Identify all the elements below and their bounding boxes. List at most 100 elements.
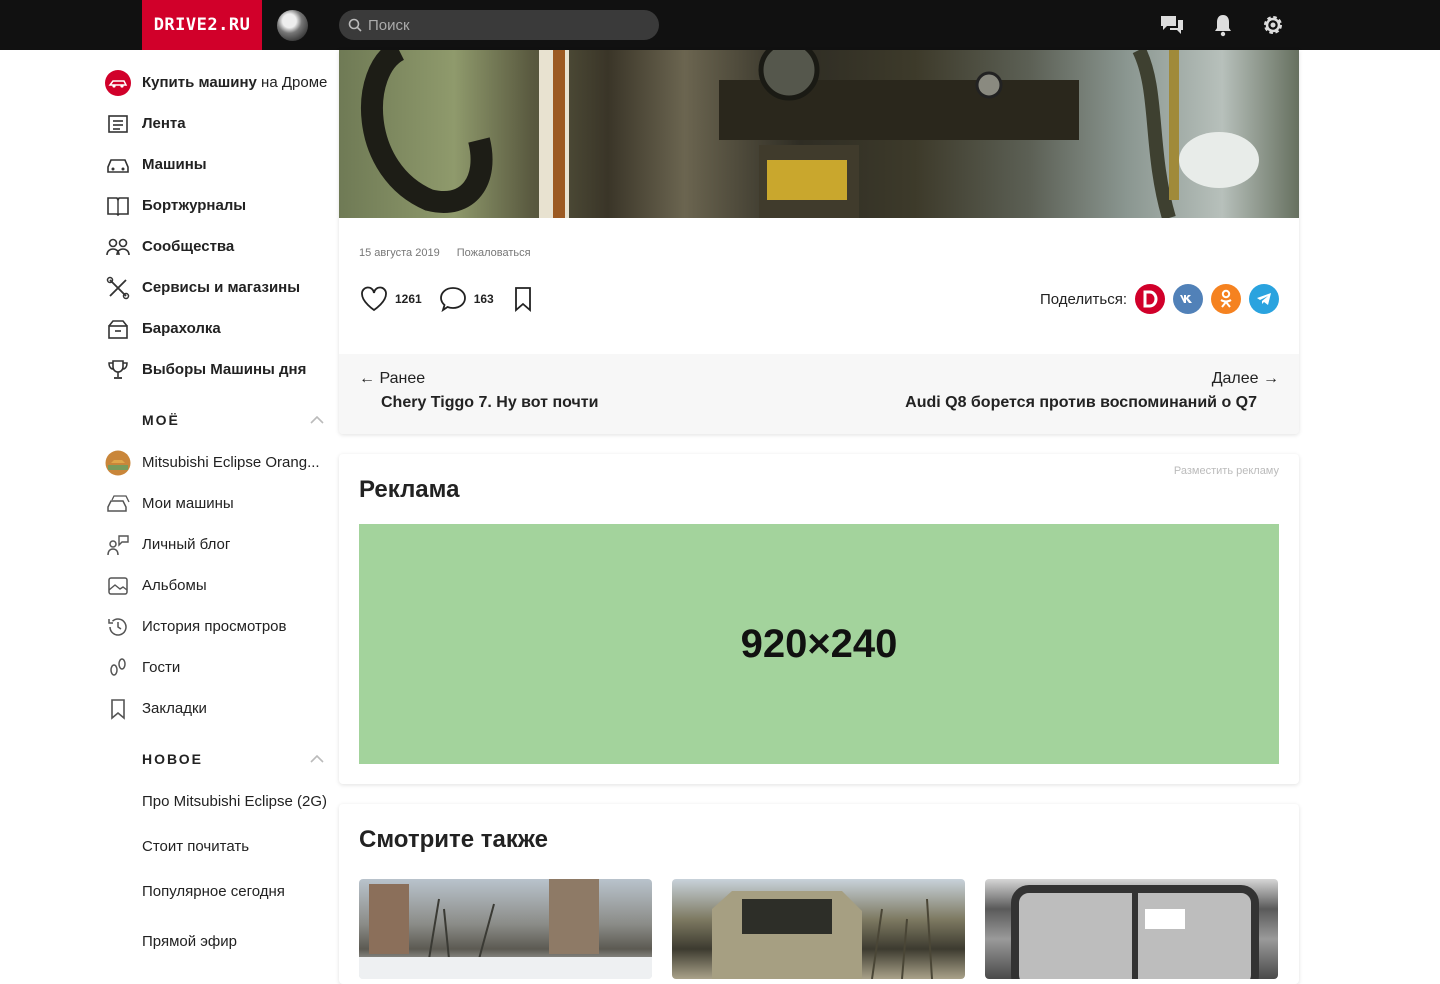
search-input[interactable] bbox=[368, 16, 638, 34]
share-telegram-button[interactable] bbox=[1249, 284, 1279, 314]
ad-title: Реклама bbox=[359, 476, 460, 503]
see-also-thumb[interactable] bbox=[359, 879, 652, 979]
see-also-thumb[interactable] bbox=[672, 879, 965, 979]
sidebar-item-label: Гости bbox=[142, 659, 181, 676]
footprints-icon bbox=[104, 654, 132, 682]
report-link[interactable]: Пожаловаться bbox=[457, 247, 531, 259]
tools-icon bbox=[104, 274, 132, 302]
sidebar-item-buy-car[interactable]: Купить машину на Дроме bbox=[104, 62, 336, 103]
sidebar-item-label: Барахолка bbox=[142, 320, 221, 337]
car-avatar-icon bbox=[104, 449, 132, 477]
album-icon bbox=[104, 572, 132, 600]
section-new-title: НОВОЕ bbox=[142, 751, 203, 767]
bookmark-icon[interactable] bbox=[510, 285, 536, 313]
sidebar-item-label: Мои машины bbox=[142, 495, 234, 512]
share-ok-button[interactable] bbox=[1211, 284, 1241, 314]
sidebar-item-feed[interactable]: Лента bbox=[104, 103, 336, 144]
sidebar-item-label: Лента bbox=[142, 115, 186, 132]
thumb-image bbox=[359, 879, 652, 979]
cars-icon bbox=[104, 490, 132, 518]
see-also-card: Смотрите также bbox=[339, 804, 1299, 984]
sidebar-item-label: Бортжурналы bbox=[142, 197, 247, 214]
next-label: Далее → bbox=[1211, 370, 1279, 387]
bell-icon[interactable] bbox=[1210, 13, 1236, 37]
prev-next-nav: ← Ранее Chery Tiggo 7. Ну вот почти Дале… bbox=[339, 354, 1299, 434]
ad-banner[interactable]: 920×240 bbox=[359, 524, 1279, 764]
post-card: 15 августа 2019 Пожаловаться 1261 163 По… bbox=[339, 50, 1299, 434]
prev-label: ← Ранее bbox=[359, 370, 426, 387]
sidebar-item-communities[interactable]: Сообщества bbox=[104, 226, 336, 267]
buy-car-suffix: на Дроме bbox=[256, 74, 328, 91]
see-also-title: Смотрите также bbox=[359, 826, 548, 853]
drom-icon bbox=[104, 69, 132, 97]
site-logo[interactable]: DRIVE2.RU bbox=[142, 0, 262, 50]
sidebar-item-cars[interactable]: Машины bbox=[104, 144, 336, 185]
thumb-image bbox=[712, 891, 933, 979]
feed-icon bbox=[104, 110, 132, 138]
sidebar-item-services[interactable]: Сервисы и магазины bbox=[104, 267, 336, 308]
sidebar-item-new-about-car[interactable]: Про Mitsubishi Eclipse (2G) bbox=[104, 793, 336, 810]
chevron-up-icon[interactable] bbox=[310, 755, 324, 763]
odnoklassniki-icon bbox=[1220, 289, 1232, 308]
post-photo-art bbox=[361, 50, 1259, 220]
sidebar-item-worth-reading[interactable]: Стоит почитать bbox=[104, 838, 336, 855]
logbook-icon bbox=[104, 192, 132, 220]
sidebar-item-label: Выборы Машины дня bbox=[142, 361, 307, 378]
see-also-thumb[interactable] bbox=[985, 879, 1278, 979]
chevron-up-icon[interactable] bbox=[310, 416, 324, 424]
sidebar-item-car-of-day[interactable]: Выборы Машины дня bbox=[104, 349, 336, 390]
sidebar-item-label: Альбомы bbox=[142, 577, 207, 594]
section-my-title: МОЁ bbox=[142, 412, 180, 428]
prev-title[interactable]: Chery Tiggo 7. Ну вот почти bbox=[381, 394, 598, 412]
share-vk-button[interactable] bbox=[1173, 284, 1203, 314]
section-new: НОВОЕ bbox=[104, 729, 336, 773]
sidebar-item-history[interactable]: История просмотров bbox=[104, 606, 336, 647]
prev-post-link[interactable]: ← Ранее Chery Tiggo 7. Ну вот почти bbox=[359, 370, 598, 412]
trophy-icon bbox=[104, 356, 132, 384]
thumb-image bbox=[1011, 885, 1259, 979]
sidebar-item-my-car[interactable]: Mitsubishi Eclipse Orang... bbox=[104, 442, 336, 483]
drive2-icon bbox=[1143, 290, 1158, 308]
sidebar-item-label: Сообщества bbox=[142, 238, 235, 255]
car-icon bbox=[104, 151, 132, 179]
search-icon bbox=[348, 18, 362, 32]
telegram-icon bbox=[1257, 293, 1271, 305]
ad-card: Реклама Разместить рекламу 920×240 bbox=[339, 454, 1299, 784]
sidebar-item-bookmarks[interactable]: Закладки bbox=[104, 688, 336, 729]
blog-icon bbox=[104, 531, 132, 559]
chat-icon[interactable] bbox=[1159, 13, 1185, 37]
search-box[interactable] bbox=[339, 10, 659, 40]
gear-icon[interactable] bbox=[1260, 13, 1286, 37]
top-bar: DRIVE2.RU bbox=[0, 0, 1440, 50]
sidebar-item-label: Mitsubishi Eclipse Orang... bbox=[142, 454, 320, 471]
sidebar-item-label: Машины bbox=[142, 156, 207, 173]
bookmark-icon bbox=[104, 695, 132, 723]
sidebar-item-logbooks[interactable]: Бортжурналы bbox=[104, 185, 336, 226]
next-title[interactable]: Audi Q8 борется против воспоминаний о Q7 bbox=[905, 394, 1257, 412]
sidebar-item-my-cars[interactable]: Мои машины bbox=[104, 483, 336, 524]
buy-car-label: Купить машину bbox=[142, 74, 257, 91]
user-avatar[interactable] bbox=[277, 10, 308, 41]
next-post-link[interactable]: Далее → Audi Q8 борется против воспомина… bbox=[905, 370, 1279, 412]
sidebar-item-albums[interactable]: Альбомы bbox=[104, 565, 336, 606]
sidebar-item-label: Личный блог bbox=[142, 536, 231, 553]
post-date: 15 августа 2019 bbox=[359, 247, 440, 259]
comments-count: 163 bbox=[473, 292, 494, 306]
sidebar-item-live[interactable]: Прямой эфир bbox=[104, 933, 336, 950]
section-my: МОЁ bbox=[104, 390, 336, 434]
heart-icon[interactable] bbox=[359, 285, 389, 313]
share-block: Поделиться: bbox=[1040, 283, 1279, 315]
post-meta: 15 августа 2019 Пожаловаться bbox=[359, 247, 531, 259]
place-ad-link[interactable]: Разместить рекламу bbox=[1174, 465, 1279, 477]
sidebar-item-popular-today[interactable]: Популярное сегодня bbox=[104, 883, 336, 900]
post-photo[interactable] bbox=[339, 50, 1299, 220]
sidebar-item-marketplace[interactable]: Барахолка bbox=[104, 308, 336, 349]
sidebar-item-guests[interactable]: Гости bbox=[104, 647, 336, 688]
sidebar: Купить машину на Дроме Лента Машины Борт… bbox=[104, 62, 336, 950]
sidebar-item-blog[interactable]: Личный блог bbox=[104, 524, 336, 565]
share-drive2-button[interactable] bbox=[1135, 284, 1165, 314]
vk-icon bbox=[1180, 295, 1192, 303]
box-icon bbox=[104, 315, 132, 343]
comment-icon[interactable] bbox=[438, 285, 468, 313]
likes-count: 1261 bbox=[395, 292, 422, 306]
